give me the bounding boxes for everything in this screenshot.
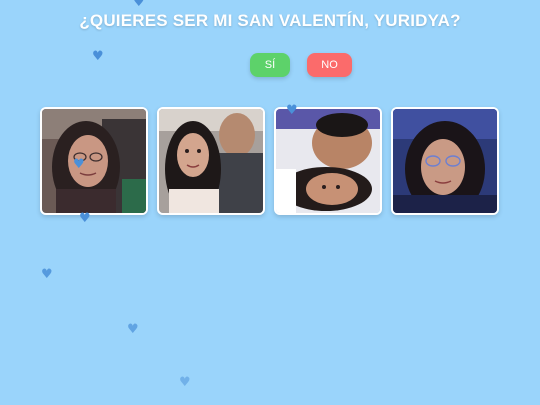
photo-3: [274, 107, 382, 215]
heart-icon: ♥: [133, 0, 145, 10]
heart-icon: ♥: [79, 211, 91, 226]
heart-icon: ♥: [286, 103, 298, 118]
photo-4: [391, 107, 499, 215]
heart-icon: ♥: [92, 49, 104, 64]
heart-icon: ♥: [41, 267, 53, 282]
photo-2: [157, 107, 265, 215]
page-title: ¿QUIERES SER MI SAN VALENTÍN, YURIDYA?: [79, 11, 461, 30]
photo-3-image: [276, 109, 380, 213]
heart-icon: ♥: [73, 157, 85, 172]
photo-1: [40, 107, 148, 215]
yes-button[interactable]: SÍ: [250, 53, 290, 77]
no-button[interactable]: NO: [307, 53, 352, 77]
photo-4-image: [393, 109, 497, 213]
heart-icon: ♥: [179, 375, 191, 390]
photo-2-image: [159, 109, 263, 213]
heart-icon: ♥: [127, 322, 139, 337]
photo-1-image: [42, 109, 146, 213]
photo-gallery: [40, 107, 500, 215]
